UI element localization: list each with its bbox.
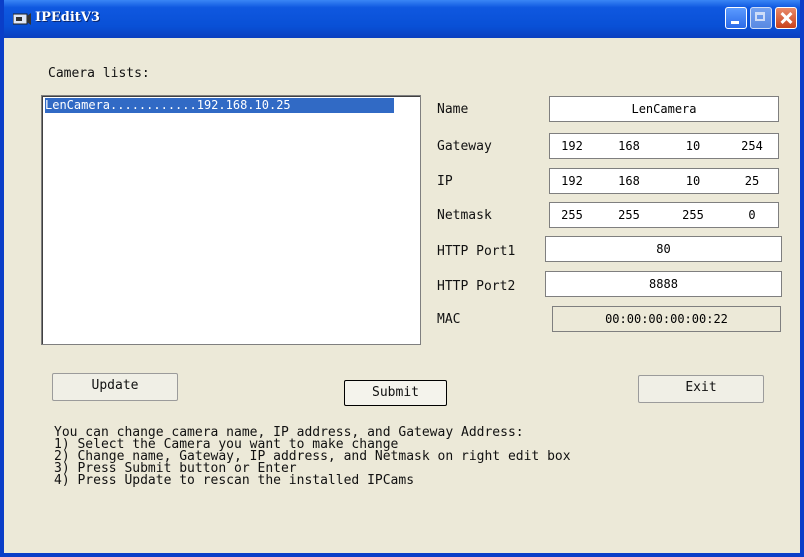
minimize-button[interactable]: [725, 7, 747, 29]
gateway-octet-2[interactable]: 168: [611, 135, 647, 157]
gateway-octet-4[interactable]: 254: [734, 135, 770, 157]
help-text: You can change camera name, IP address, …: [54, 426, 571, 488]
netmask-octet-4[interactable]: 0: [734, 204, 770, 226]
camera-list-item[interactable]: LenCamera............192.168.10.25: [45, 98, 394, 113]
ipedit-window: IPEditV3 Camera lists: LenCamera........…: [0, 0, 804, 557]
netmask-octet-2[interactable]: 255: [611, 204, 647, 226]
close-button[interactable]: [775, 7, 797, 29]
netmask-label: Netmask: [437, 208, 492, 223]
name-value: LenCamera: [631, 102, 697, 116]
window-title: IPEditV3: [35, 10, 100, 25]
netmask-octet-3[interactable]: 255: [675, 204, 711, 226]
mac-label: MAC: [437, 312, 461, 327]
name-input[interactable]: LenCamera: [549, 96, 779, 122]
ip-octet-2[interactable]: 168: [611, 170, 647, 192]
name-label: Name: [437, 102, 469, 117]
submit-button[interactable]: Submit: [344, 380, 447, 406]
camera-list-label: Camera lists:: [48, 66, 150, 81]
ip-octet-3[interactable]: 10: [675, 170, 711, 192]
gateway-octet-3[interactable]: 10: [675, 135, 711, 157]
maximize-button[interactable]: [750, 7, 772, 29]
exit-button[interactable]: Exit: [638, 375, 764, 403]
http-port2-label: HTTP Port2: [437, 279, 516, 294]
http-port2-input[interactable]: 8888: [545, 271, 782, 297]
ip-address-field[interactable]: 192 168 10 25: [549, 168, 779, 194]
ip-octet-4[interactable]: 25: [734, 170, 770, 192]
update-button[interactable]: Update: [52, 373, 178, 401]
camera-icon: [13, 13, 31, 25]
gateway-label: Gateway: [437, 139, 492, 154]
title-bar[interactable]: IPEditV3: [4, 0, 800, 38]
http-port1-value: 80: [656, 242, 671, 256]
mac-field: 00:00:00:00:00:22: [552, 306, 781, 332]
http-port1-label: HTTP Port1: [437, 244, 516, 259]
ip-label: IP: [437, 174, 453, 189]
ip-octet-1[interactable]: 192: [554, 170, 590, 192]
http-port1-input[interactable]: 80: [545, 236, 782, 262]
http-port2-value: 8888: [649, 277, 678, 291]
gateway-octet-1[interactable]: 192: [554, 135, 590, 157]
help-line: 4) Press Update to rescan the installed …: [54, 473, 415, 488]
netmask-octet-1[interactable]: 255: [554, 204, 590, 226]
netmask-field[interactable]: 255 255 255 0: [549, 202, 779, 228]
camera-listbox[interactable]: LenCamera............192.168.10.25: [41, 95, 421, 345]
mac-value: 00:00:00:00:00:22: [605, 312, 728, 326]
gateway-ip-field[interactable]: 192 168 10 254: [549, 133, 779, 159]
